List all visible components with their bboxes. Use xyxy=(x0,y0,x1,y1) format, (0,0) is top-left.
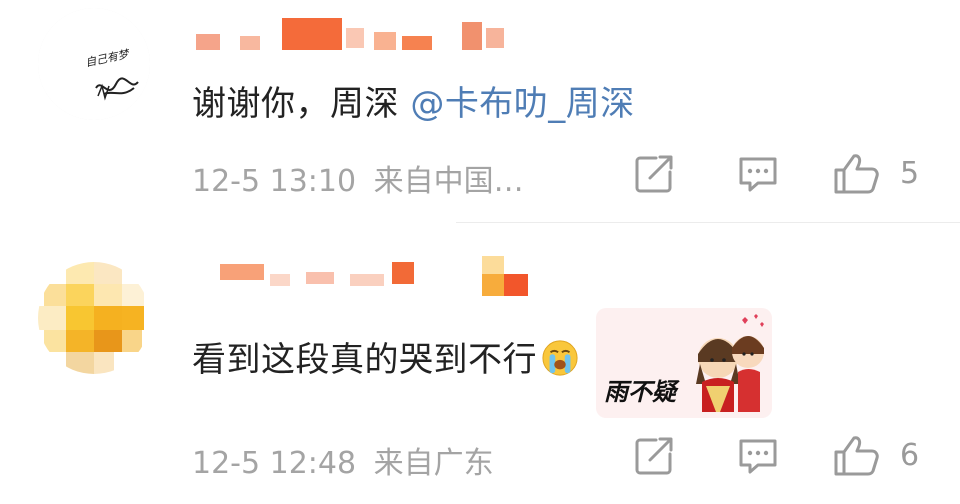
share-icon xyxy=(635,155,673,193)
share-button[interactable] xyxy=(632,434,676,478)
timestamp: 12-5 12:48 xyxy=(192,446,357,481)
timestamp: 12-5 13:10 xyxy=(192,164,357,199)
like-button[interactable] xyxy=(832,152,882,196)
share-icon xyxy=(635,437,673,475)
pixelated-avatar-image xyxy=(38,262,150,374)
reply-button[interactable] xyxy=(736,434,780,478)
sticker-caption: 雨不疑 xyxy=(604,377,676,406)
comment-icon xyxy=(739,439,777,474)
reply-button[interactable] xyxy=(736,152,780,196)
comment-body: 看到这段真的哭到不行 xyxy=(192,340,537,380)
comment-body: 谢谢你，周深 xyxy=(192,84,411,124)
comment-text: 谢谢你，周深 @卡布叻_周深 xyxy=(192,76,635,125)
like-count: 6 xyxy=(900,438,920,473)
comment-text: 看到这段真的哭到不行 xyxy=(192,332,579,381)
signature-avatar-image: 自己有梦 xyxy=(38,8,150,120)
share-button[interactable] xyxy=(632,152,676,196)
thumbs-up-icon xyxy=(834,154,879,194)
comment-item: 看到这段真的哭到不行 雨不疑 12-5 12:48 来自广东 6 xyxy=(0,238,960,504)
mention-link[interactable]: @卡布叻_周深 xyxy=(410,84,635,124)
username-redacted[interactable] xyxy=(196,18,536,54)
avatar[interactable] xyxy=(38,262,150,374)
sticker-image: 雨不疑 xyxy=(596,308,772,418)
divider xyxy=(456,222,960,223)
crying-face-emoji-icon xyxy=(542,340,578,376)
comment-item: 自己有梦 谢谢你，周深 @卡布叻_周深 12-5 13:10 来自中国… 5 xyxy=(0,0,960,238)
comment-meta: 12-5 12:48 来自广东 xyxy=(192,438,494,482)
comment-icon xyxy=(739,157,777,192)
location: 来自广东 xyxy=(373,446,494,481)
location: 来自中国… xyxy=(373,164,524,199)
username-redacted[interactable] xyxy=(196,256,536,296)
comment-meta: 12-5 13:10 来自中国… xyxy=(192,156,524,200)
like-button[interactable] xyxy=(832,434,882,478)
avatar[interactable]: 自己有梦 xyxy=(38,8,150,120)
like-count: 5 xyxy=(900,156,920,191)
thumbs-up-icon xyxy=(834,436,879,476)
